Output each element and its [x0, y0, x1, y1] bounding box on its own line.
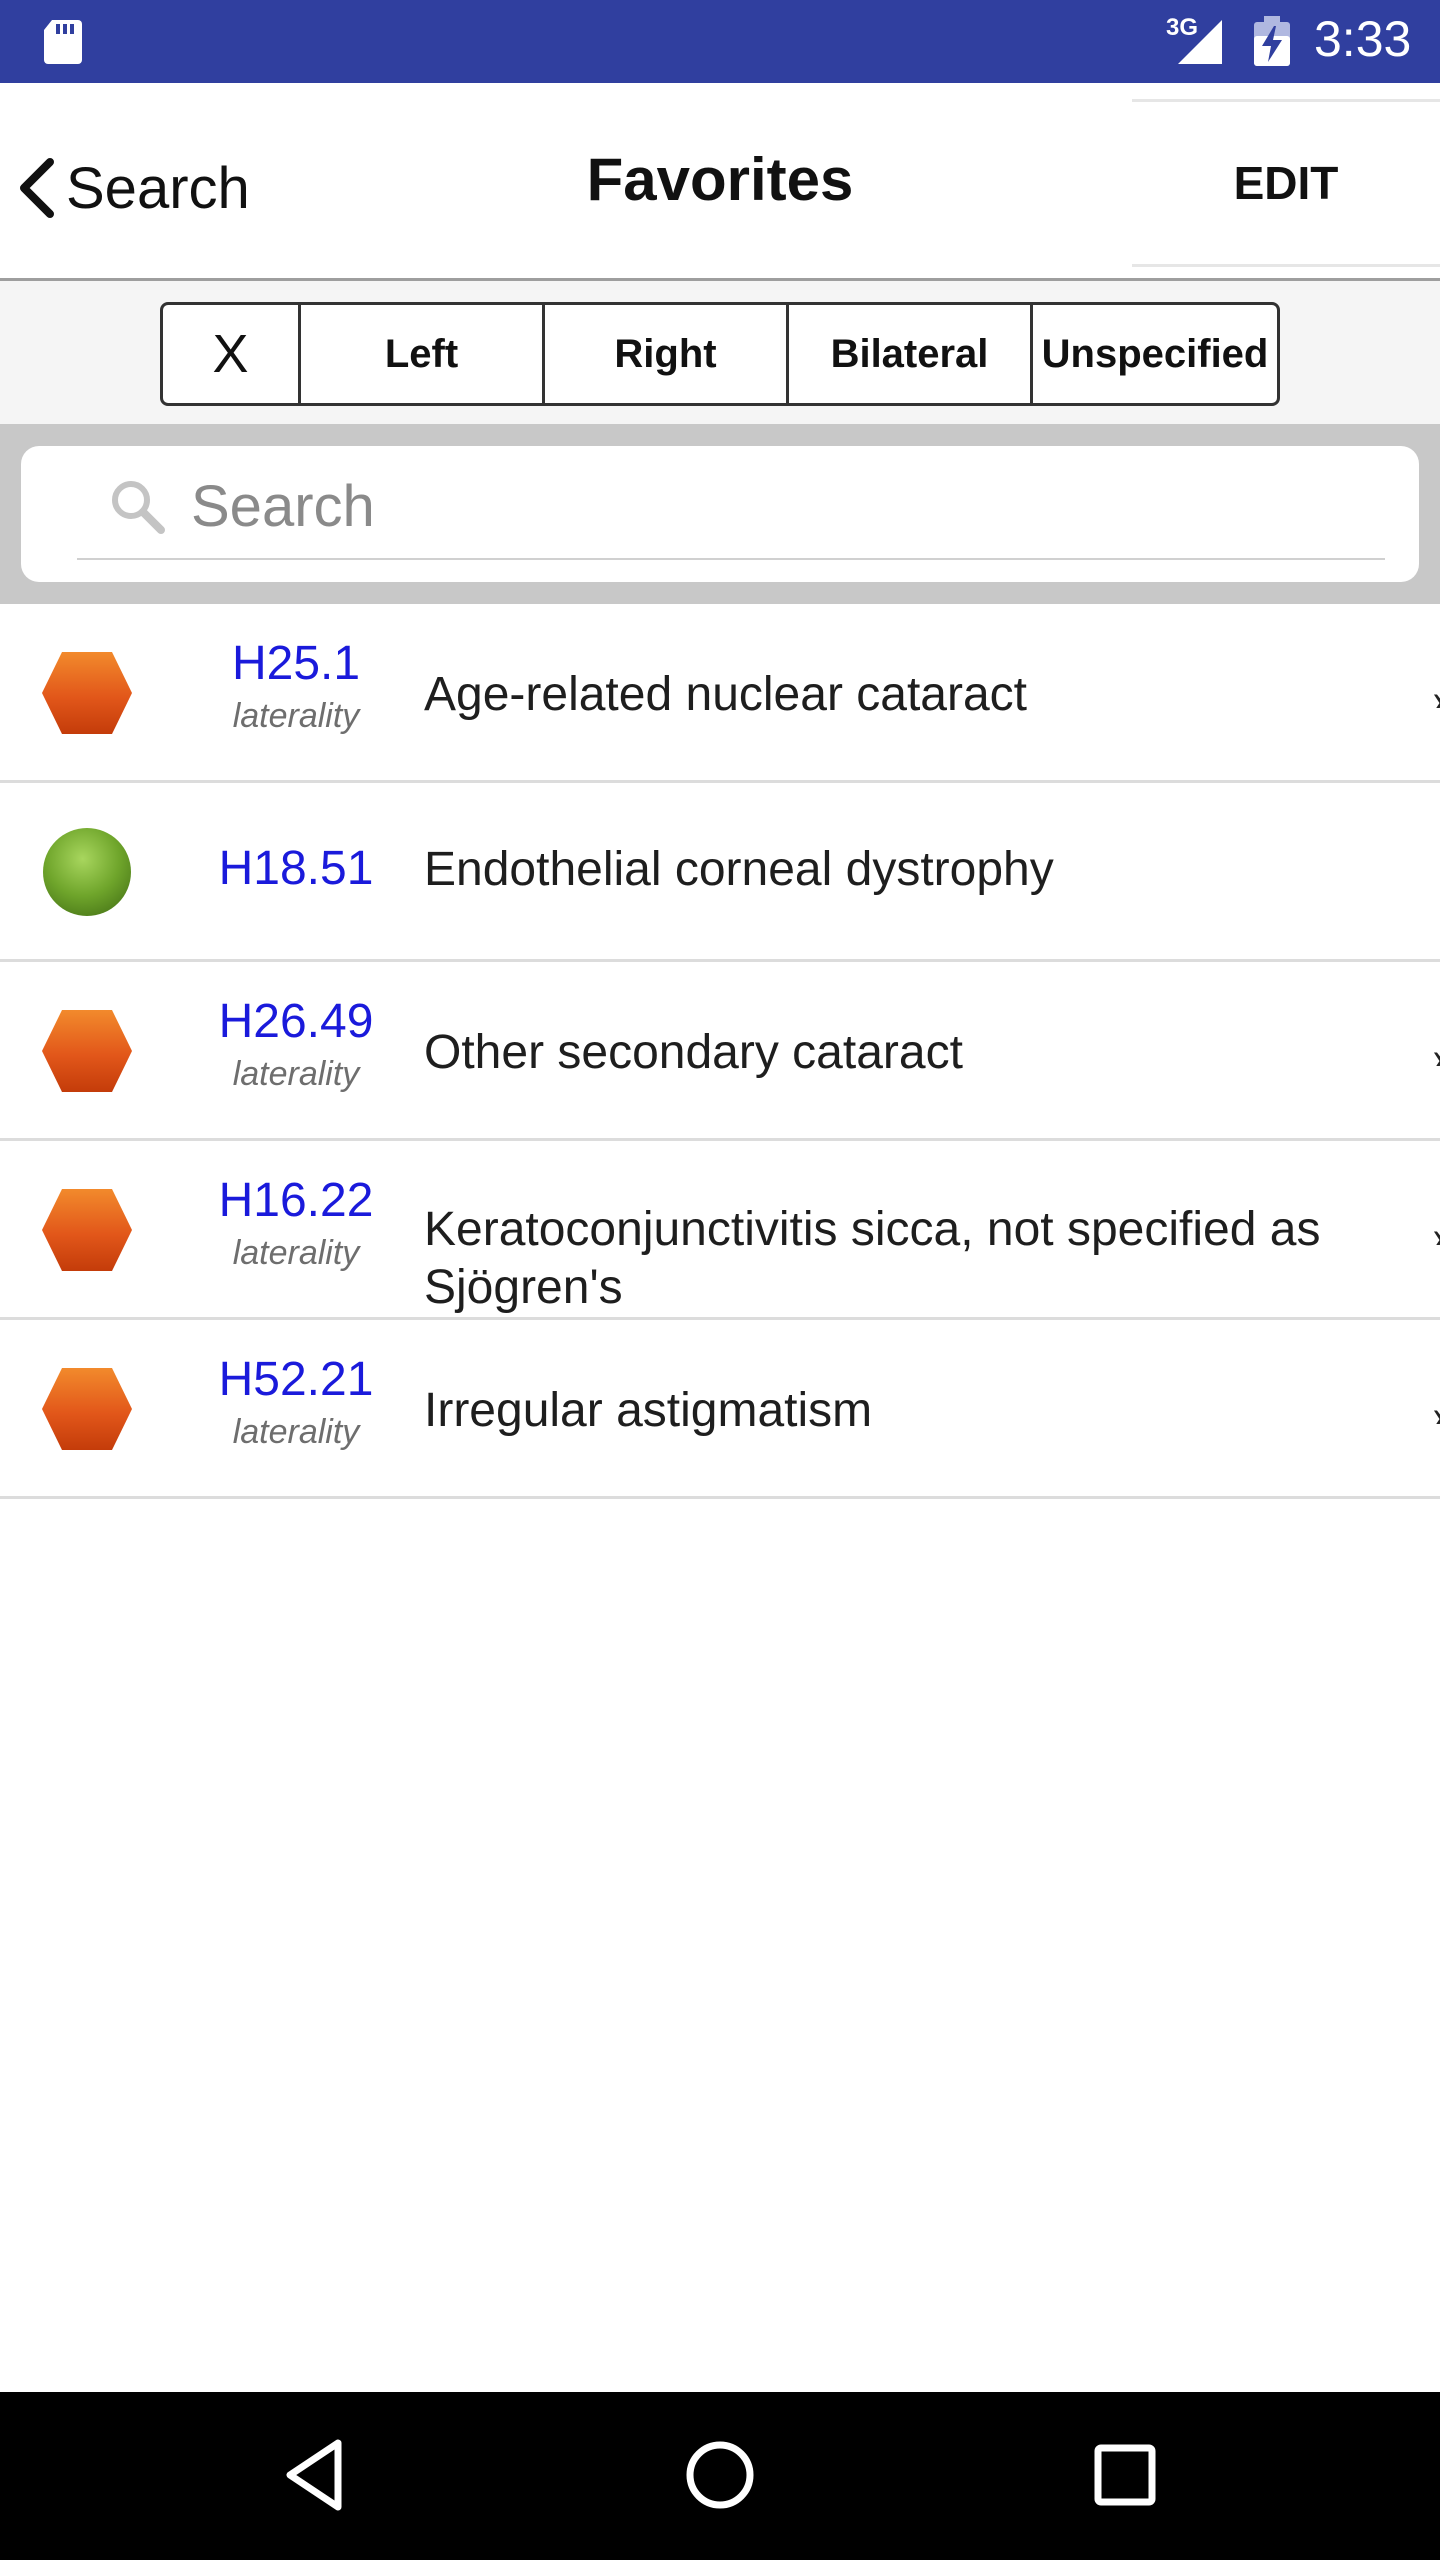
laterality-label: laterality — [232, 697, 360, 735]
system-nav-bar — [0, 2392, 1440, 2560]
list-item[interactable]: H18.51 Endothelial corneal dystrophy — [0, 783, 1440, 962]
filter-left-button[interactable]: Left — [301, 305, 545, 403]
green-circle-icon — [43, 828, 131, 916]
filter-right-button[interactable]: Right — [545, 305, 789, 403]
row-edge-indicator: › — [1432, 1032, 1440, 1066]
system-home-button[interactable] — [675, 2430, 765, 2520]
code-block: H18.51 — [196, 841, 396, 896]
diagnosis-description: Keratoconjunctivitis sicca, not specifie… — [424, 1203, 1321, 1314]
square-recents-icon — [1094, 2444, 1156, 2506]
icd-code[interactable]: H18.51 — [196, 841, 396, 896]
laterality-label: laterality — [232, 1413, 360, 1451]
laterality-filter-bar: X Left Right Bilateral Unspecified — [0, 281, 1440, 424]
orange-hexagon-icon — [42, 1189, 132, 1271]
search-input[interactable] — [191, 468, 1391, 544]
system-back-button[interactable] — [270, 2430, 360, 2520]
diagnosis-description: Irregular astigmatism — [424, 1384, 873, 1437]
search-icon — [112, 481, 165, 534]
code-block: H25.1 laterality — [196, 636, 396, 736]
filter-bilateral-button[interactable]: Bilateral — [789, 305, 1033, 403]
search-box — [21, 446, 1419, 582]
laterality-label: laterality — [232, 1234, 360, 1272]
orange-hexagon-icon — [42, 1368, 132, 1450]
filter-clear-button[interactable]: X — [163, 305, 301, 403]
list-item[interactable]: H26.49 laterality Other secondary catara… — [0, 962, 1440, 1141]
favorites-list: H25.1 laterality Age-related nuclear cat… — [0, 604, 1440, 1499]
nav-header: Search Favorites EDIT — [0, 83, 1440, 281]
status-bar: 3G 3:33 — [0, 0, 1440, 83]
search-bar — [0, 424, 1440, 604]
list-item[interactable]: H16.22 laterality Keratoconjunctivitis s… — [0, 1141, 1440, 1320]
chevron-left-icon — [20, 158, 54, 218]
icd-code[interactable]: H25.1 — [196, 636, 396, 691]
row-edge-indicator: › — [1432, 1390, 1440, 1424]
icd-code[interactable]: H52.21 — [196, 1352, 396, 1407]
diagnosis-description: Age-related nuclear cataract — [424, 668, 1027, 721]
system-recents-button[interactable] — [1080, 2430, 1170, 2520]
battery-charging-icon — [1254, 16, 1290, 66]
triangle-back-icon — [286, 2439, 342, 2511]
row-edge-indicator: › — [1432, 1211, 1440, 1245]
list-item[interactable]: H25.1 laterality Age-related nuclear cat… — [0, 604, 1440, 783]
clock: 3:33 — [1314, 11, 1412, 67]
icd-code[interactable]: H16.22 — [196, 1173, 396, 1228]
diagnosis-description: Endothelial corneal dystrophy — [424, 843, 1054, 896]
back-button[interactable]: Search — [14, 143, 250, 233]
diagnosis-description: Other secondary cataract — [424, 1026, 963, 1079]
orange-hexagon-icon — [42, 652, 132, 734]
orange-hexagon-icon — [42, 1010, 132, 1092]
code-block: H26.49 laterality — [196, 994, 396, 1094]
back-label: Search — [66, 155, 250, 221]
code-block: H52.21 laterality — [196, 1352, 396, 1452]
filter-unspecified-button[interactable]: Unspecified — [1033, 305, 1277, 403]
row-edge-indicator: › — [1432, 674, 1440, 708]
circle-home-icon — [686, 2441, 754, 2509]
list-item[interactable]: H52.21 laterality Irregular astigmatism … — [0, 1320, 1440, 1499]
search-underline — [77, 558, 1385, 560]
signal-icon — [1178, 20, 1222, 64]
laterality-segmented-control: X Left Right Bilateral Unspecified — [160, 302, 1280, 406]
edit-button[interactable]: EDIT — [1132, 99, 1440, 267]
sd-card-icon — [44, 20, 82, 64]
code-block: H16.22 laterality — [196, 1173, 396, 1273]
icd-code[interactable]: H26.49 — [196, 994, 396, 1049]
laterality-label: laterality — [232, 1055, 360, 1093]
